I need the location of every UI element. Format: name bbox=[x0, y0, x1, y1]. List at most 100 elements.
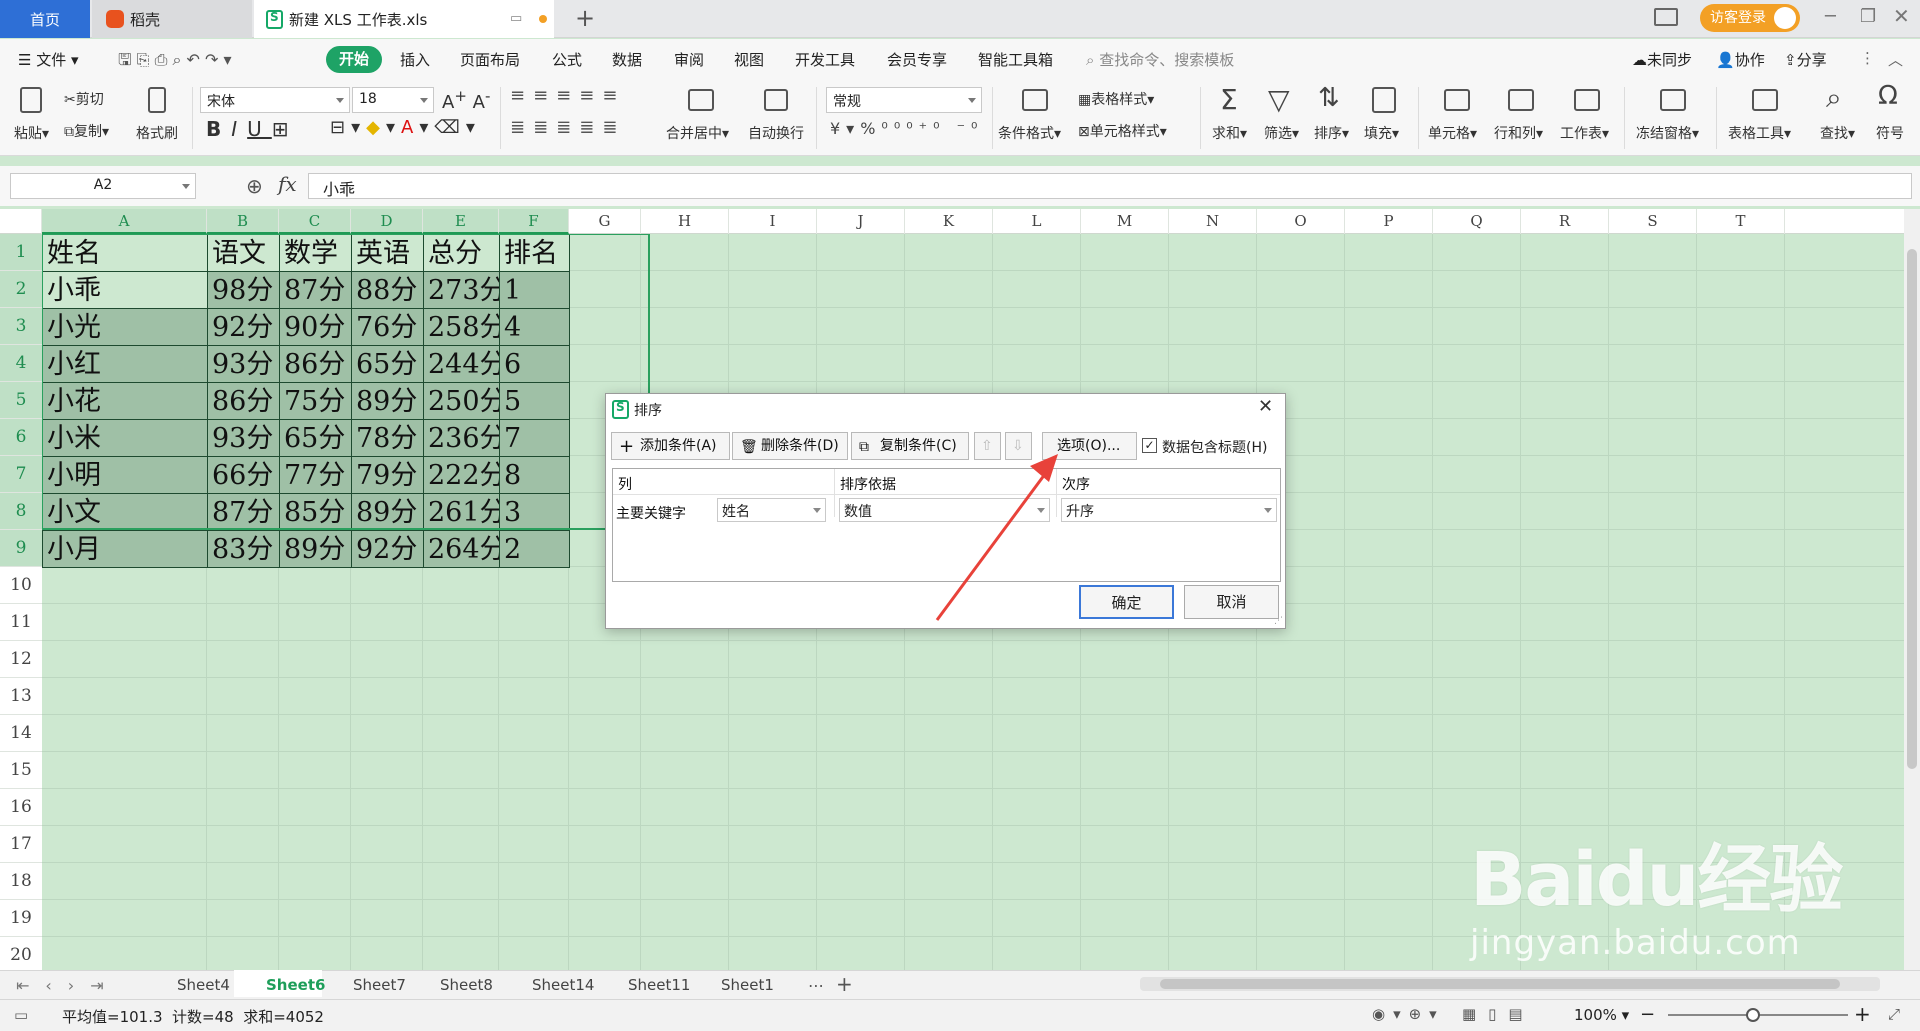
table-cell[interactable]: 79分 bbox=[351, 456, 424, 494]
tab-document[interactable]: 新建 XLS 工作表.xls ▭ bbox=[254, 0, 554, 38]
wrap-text-button[interactable]: 自动换行 bbox=[748, 123, 804, 143]
fill-icon[interactable] bbox=[1372, 87, 1396, 113]
table-cell[interactable]: 88分 bbox=[351, 271, 424, 309]
header-cell[interactable]: 英语 bbox=[351, 234, 424, 272]
new-tab-icon[interactable]: + bbox=[575, 4, 595, 32]
row-header-10[interactable]: 10 bbox=[0, 567, 42, 604]
monitor-icon[interactable]: ▭ bbox=[510, 11, 522, 26]
macro-icon[interactable]: ▭ bbox=[14, 1006, 28, 1024]
close-icon[interactable]: ✕ bbox=[1893, 4, 1910, 28]
tab-home[interactable]: 首页 bbox=[0, 0, 90, 38]
table-cell[interactable]: 89分 bbox=[351, 493, 424, 531]
zoom-in-icon[interactable]: + bbox=[1854, 1002, 1871, 1026]
column-header-E[interactable]: E bbox=[423, 209, 499, 234]
table-cell[interactable]: 5 bbox=[499, 382, 570, 420]
table-cell[interactable]: 小红 bbox=[42, 345, 208, 383]
sort-order-select[interactable]: 升序 bbox=[1061, 498, 1277, 522]
table-cell[interactable]: 76分 bbox=[351, 308, 424, 346]
horizontal-align-icons[interactable]: ≣≣≣≣≣ bbox=[510, 117, 625, 138]
more-icon[interactable]: ⋮ bbox=[1860, 49, 1875, 67]
header-cell[interactable]: 排名 bbox=[499, 234, 570, 272]
formula-input[interactable]: 小乖 bbox=[308, 173, 1912, 199]
format-painter-icon[interactable] bbox=[148, 87, 166, 113]
row-header-14[interactable]: 14 bbox=[0, 715, 42, 752]
worksheet-icon[interactable] bbox=[1574, 89, 1600, 111]
column-header-S[interactable]: S bbox=[1609, 209, 1697, 234]
sort-basis-select[interactable]: 数值 bbox=[839, 498, 1050, 522]
restore-icon[interactable]: ❐ bbox=[1860, 6, 1876, 27]
table-cell[interactable]: 86分 bbox=[279, 345, 352, 383]
view-mode-icons[interactable]: ▦▯▤ bbox=[1462, 1005, 1535, 1023]
table-cell[interactable]: 89分 bbox=[351, 382, 424, 420]
table-cell[interactable]: 6 bbox=[499, 345, 570, 383]
wrap-text-icon[interactable] bbox=[764, 89, 788, 111]
table-cell[interactable]: 小月 bbox=[42, 530, 208, 568]
table-cell[interactable]: 66分 bbox=[207, 456, 280, 494]
zoom-out-icon[interactable]: − bbox=[1640, 1004, 1655, 1025]
ok-button[interactable]: 确定 bbox=[1079, 585, 1174, 619]
table-style-button[interactable]: ▦表格样式▾ bbox=[1078, 89, 1154, 109]
menu-item-view[interactable]: 视图 bbox=[734, 49, 764, 70]
copy-condition-button[interactable]: ⧉ 复制条件(C) bbox=[851, 432, 969, 460]
horizontal-scroll-thumb[interactable] bbox=[1160, 979, 1840, 989]
table-cell[interactable]: 93分 bbox=[207, 419, 280, 457]
row-header-5[interactable]: 5 bbox=[0, 382, 42, 419]
table-cell[interactable]: 小乖 bbox=[42, 271, 208, 309]
fx-icon[interactable]: fx bbox=[278, 172, 297, 196]
name-box[interactable]: A2 bbox=[10, 173, 196, 199]
table-cell[interactable]: 264分 bbox=[423, 530, 500, 568]
share-button[interactable]: ⇪分享 bbox=[1784, 49, 1827, 70]
font-grow-shrink-icon[interactable]: A+ A- bbox=[442, 87, 490, 113]
column-header-K[interactable]: K bbox=[905, 209, 993, 234]
table-cell[interactable]: 65分 bbox=[279, 419, 352, 457]
font-style-icons[interactable]: BIU⊞ bbox=[206, 117, 299, 141]
row-header-11[interactable]: 11 bbox=[0, 604, 42, 641]
cell-button[interactable]: 单元格▾ bbox=[1428, 123, 1477, 143]
sum-icon[interactable]: Σ bbox=[1220, 83, 1238, 116]
data-table[interactable]: 姓名 语文 数学 英语 总分 排名 小乖 98分 87分 88分 273分 1 小光 92分 90分 76分 2… bbox=[42, 234, 570, 568]
column-header-C[interactable]: C bbox=[279, 209, 351, 234]
table-cell[interactable]: 7 bbox=[499, 419, 570, 457]
collapse-ribbon-icon[interactable]: ︿ bbox=[1888, 49, 1903, 70]
menu-item-review[interactable]: 审阅 bbox=[674, 49, 704, 70]
table-cell[interactable]: 98分 bbox=[207, 271, 280, 309]
sheet-tab-sheet7[interactable]: Sheet7 bbox=[353, 976, 406, 994]
column-header-F[interactable]: F bbox=[499, 209, 569, 234]
column-header-Q[interactable]: Q bbox=[1433, 209, 1521, 234]
delete-condition-button[interactable]: 🗑 删除条件(D) bbox=[732, 432, 848, 460]
table-cell[interactable]: 8 bbox=[499, 456, 570, 494]
table-cell[interactable]: 77分 bbox=[279, 456, 352, 494]
vertical-scrollbar[interactable] bbox=[1904, 209, 1920, 970]
table-cell[interactable]: 65分 bbox=[351, 345, 424, 383]
header-cell[interactable]: 语文 bbox=[207, 234, 280, 272]
column-header-T[interactable]: T bbox=[1697, 209, 1785, 234]
table-cell[interactable]: 236分 bbox=[423, 419, 500, 457]
table-cell[interactable]: 小明 bbox=[42, 456, 208, 494]
table-cell[interactable]: 258分 bbox=[423, 308, 500, 346]
file-menu[interactable]: ☰ 文件 ▾ bbox=[18, 49, 79, 70]
table-cell[interactable]: 小光 bbox=[42, 308, 208, 346]
filter-button[interactable]: 筛选▾ bbox=[1264, 123, 1299, 143]
paste-icon[interactable] bbox=[20, 87, 42, 113]
collab-button[interactable]: 👤协作 bbox=[1716, 49, 1765, 70]
eye-protect-icon[interactable]: ◉▾⊕▾ bbox=[1372, 1005, 1445, 1023]
find-button[interactable]: 查找▾ bbox=[1820, 123, 1855, 143]
column-header-N[interactable]: N bbox=[1169, 209, 1257, 234]
zoom-formula-icon[interactable]: ⊕ bbox=[246, 174, 263, 198]
has-header-checkbox[interactable]: ✓ bbox=[1142, 438, 1157, 453]
sync-button[interactable]: ☁未同步 bbox=[1632, 49, 1692, 70]
row-header-7[interactable]: 7 bbox=[0, 456, 42, 493]
row-header-17[interactable]: 17 bbox=[0, 826, 42, 863]
conditional-format-button[interactable]: 条件格式▾ bbox=[998, 123, 1061, 143]
find-icon[interactable]: ⌕ bbox=[1826, 81, 1842, 115]
primary-key-select[interactable]: 姓名 bbox=[717, 498, 826, 522]
table-cell[interactable]: 89分 bbox=[279, 530, 352, 568]
row-col-icon[interactable] bbox=[1508, 89, 1534, 111]
tab-daoke[interactable]: 稻壳 bbox=[92, 0, 252, 38]
zoom-slider-handle[interactable] bbox=[1746, 1008, 1760, 1022]
row-header-2[interactable]: 2 bbox=[0, 271, 42, 308]
table-cell[interactable]: 244分 bbox=[423, 345, 500, 383]
merge-icon[interactable] bbox=[688, 89, 714, 111]
column-header-L[interactable]: L bbox=[993, 209, 1081, 234]
row-header-12[interactable]: 12 bbox=[0, 641, 42, 678]
